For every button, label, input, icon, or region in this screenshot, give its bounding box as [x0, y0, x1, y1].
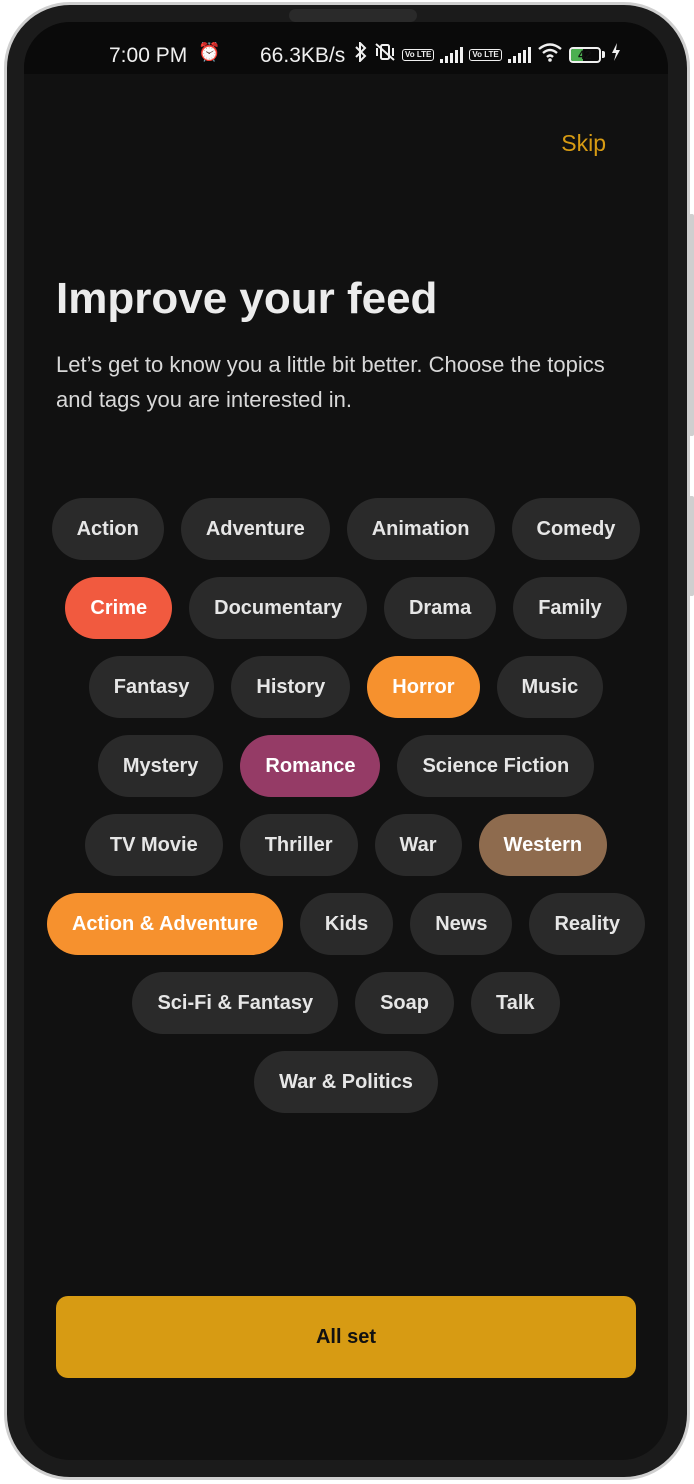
genre-chip-mystery[interactable]: Mystery [97, 735, 224, 797]
genre-chip-reality[interactable]: Reality [529, 893, 646, 955]
genre-chip-fantasy[interactable]: Fantasy [88, 656, 215, 718]
genre-chip-sci-fi-and-fantasy[interactable]: Sci-Fi & Fantasy [132, 972, 339, 1034]
signal-strength-icon-1 [440, 46, 464, 63]
volte-icon-1: Vo LTE [402, 48, 435, 61]
genre-chip-soap[interactable]: Soap [355, 972, 454, 1034]
side-button-upper [689, 214, 694, 436]
genre-chip-drama[interactable]: Drama [383, 577, 497, 639]
genre-chip-western[interactable]: Western [478, 814, 608, 876]
genre-chip-documentary[interactable]: Documentary [189, 577, 367, 639]
genre-chip-news[interactable]: News [410, 893, 513, 955]
earpiece-speaker [289, 9, 417, 22]
genre-chip-thriller[interactable]: Thriller [239, 814, 358, 876]
genre-chip-history[interactable]: History [231, 656, 351, 718]
genre-chip-family[interactable]: Family [513, 577, 627, 639]
status-time: 7:00 PM [109, 44, 188, 67]
side-button-lower [689, 496, 694, 596]
vibrate-off-icon [374, 42, 396, 67]
page-subtitle: Let’s get to know you a little bit bette… [56, 352, 605, 412]
genre-chip-action-and-adventure[interactable]: Action & Adventure [46, 893, 283, 955]
app-screen: 7:00 PM ⏰ 66.3KB/s Vo LTE Vo LTE 42 Skip… [24, 22, 668, 1460]
page-title: Improve your feed [56, 274, 438, 323]
alarm-icon: ⏰ [198, 42, 221, 62]
genre-chip-crime[interactable]: Crime [65, 577, 173, 639]
skip-button[interactable]: Skip [561, 130, 606, 157]
genre-chip-romance[interactable]: Romance [240, 735, 381, 797]
genre-chip-comedy[interactable]: Comedy [511, 498, 641, 560]
status-bar: 7:00 PM ⏰ 66.3KB/s Vo LTE Vo LTE 42 [24, 22, 668, 74]
genre-chip-animation[interactable]: Animation [346, 498, 495, 560]
signal-strength-icon-2 [507, 46, 531, 63]
genre-chip-war[interactable]: War [374, 814, 462, 876]
genre-chip-action[interactable]: Action [51, 498, 164, 560]
all-set-button[interactable]: All set [56, 1296, 636, 1378]
network-speed: 66.3KB/s [260, 44, 346, 67]
volte-icon-2: Vo LTE [469, 48, 502, 61]
battery-level: 42 [578, 47, 592, 62]
charging-icon [611, 43, 621, 66]
genre-chip-horror[interactable]: Horror [367, 656, 480, 718]
genre-chip-science-fiction[interactable]: Science Fiction [397, 735, 595, 797]
battery-tip [601, 51, 605, 58]
status-icons: Vo LTE Vo LTE 42 [354, 40, 621, 67]
genre-chip-kids[interactable]: Kids [299, 893, 394, 955]
genre-chip-adventure[interactable]: Adventure [180, 498, 330, 560]
wifi-icon [537, 42, 563, 67]
genre-chip-tv-movie[interactable]: TV Movie [84, 814, 223, 876]
battery-body: 42 [568, 46, 601, 63]
genre-chip-music[interactable]: Music [496, 656, 604, 718]
battery-icon: 42 [568, 46, 605, 63]
genre-chip-war-and-politics[interactable]: War & Politics [254, 1051, 438, 1113]
bluetooth-icon [354, 40, 368, 67]
genre-chip-list: Action Adventure Animation Comedy Crime Docum… [38, 498, 654, 1113]
genre-chip-talk[interactable]: Talk [470, 972, 560, 1034]
